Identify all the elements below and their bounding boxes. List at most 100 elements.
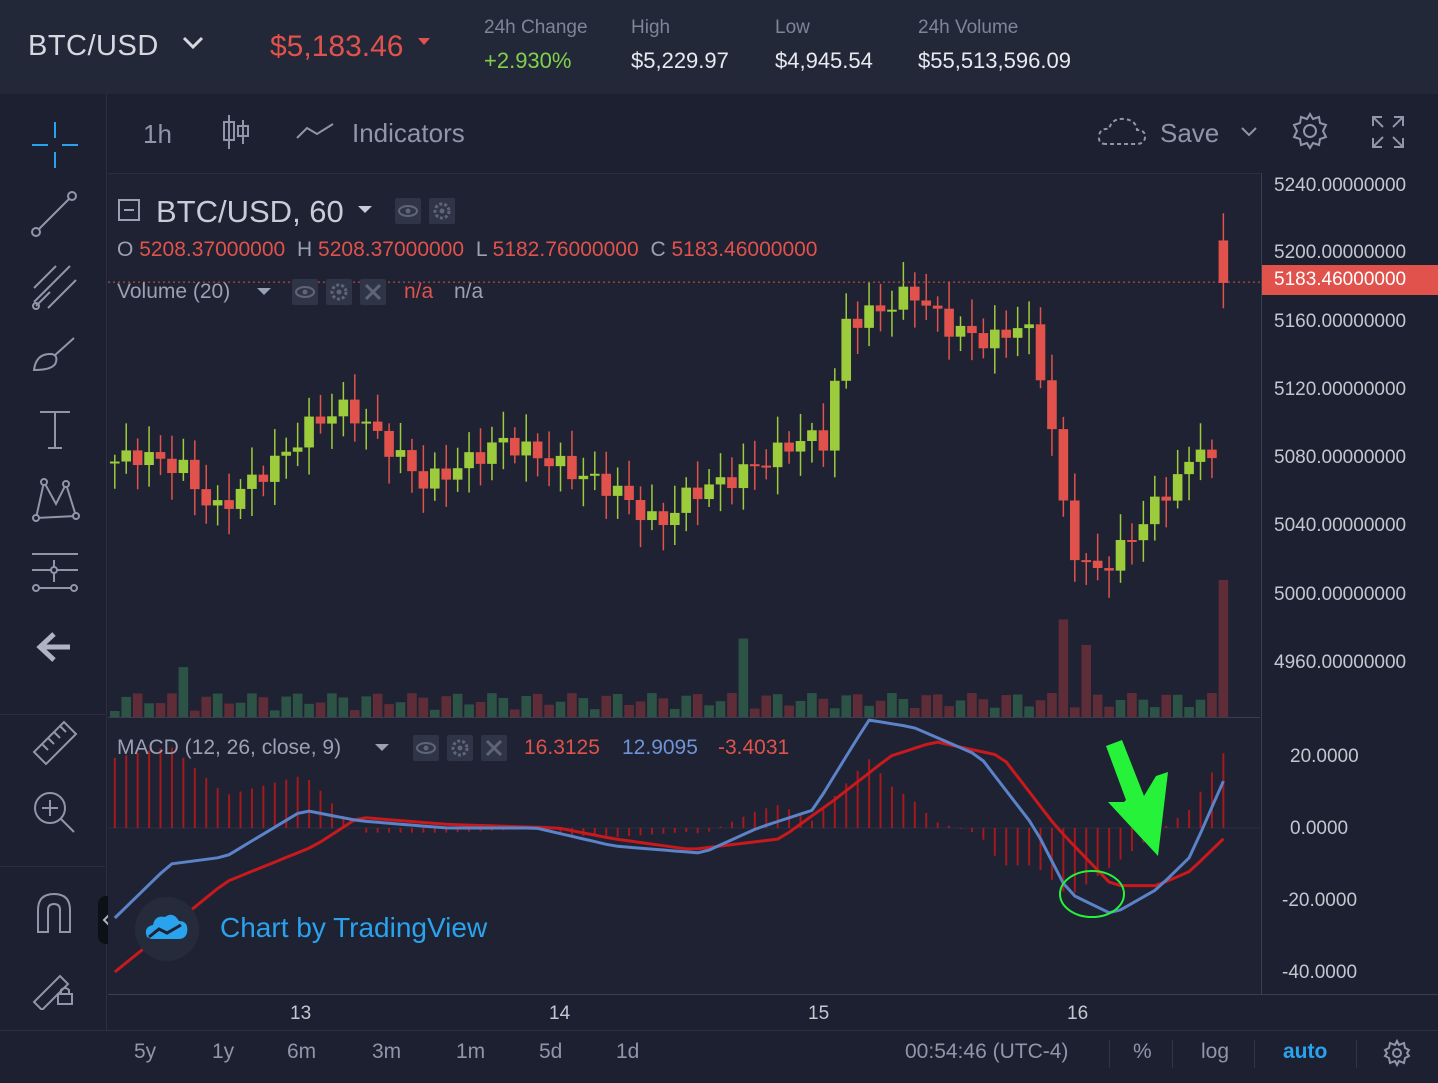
fullscreen-icon[interactable] — [1370, 114, 1406, 150]
symbol-legend[interactable]: BTC/USD, 60 — [156, 194, 344, 230]
volume-bar — [921, 695, 932, 717]
volume-bar — [1172, 694, 1183, 717]
volume-bar — [361, 696, 372, 717]
save-menu-chevron-icon[interactable] — [1240, 126, 1258, 138]
lock-drawings-icon[interactable] — [30, 960, 80, 1010]
price-down-icon — [418, 38, 430, 45]
brush-icon[interactable] — [30, 332, 80, 382]
volume-bar — [944, 706, 954, 717]
macd-legend[interactable]: MACD (12, 26, close, 9) — [117, 736, 341, 760]
volume-bar — [784, 705, 794, 717]
price-tick: 5040.00000000 — [1274, 515, 1407, 536]
candles-icon[interactable] — [220, 112, 250, 152]
candle — [1070, 500, 1080, 561]
zoom-in-icon[interactable] — [30, 788, 80, 838]
candle — [395, 450, 406, 457]
pair-selector[interactable]: BTC/USD — [28, 30, 159, 63]
volume-bar — [624, 704, 634, 717]
ruler-icon[interactable] — [30, 718, 80, 768]
candle — [590, 473, 600, 476]
volume-bar — [167, 693, 177, 717]
volume-bar — [144, 703, 154, 717]
last-price: $5,183.46 — [270, 30, 404, 63]
volume-bar — [544, 704, 554, 717]
visibility-eye-icon[interactable] — [292, 279, 318, 305]
range-6m[interactable]: 6m — [287, 1040, 316, 1064]
chevron-down-icon[interactable] — [182, 36, 204, 50]
volume-legend[interactable]: Volume (20) — [117, 280, 230, 304]
volume-bar — [121, 696, 132, 717]
range-5y[interactable]: 5y — [134, 1040, 156, 1064]
prediction-icon[interactable] — [30, 546, 80, 596]
settings-gear-icon[interactable] — [1382, 1038, 1412, 1068]
candle — [430, 468, 440, 489]
chevron-down-icon[interactable] — [256, 287, 272, 297]
settings-gear-icon[interactable] — [447, 735, 473, 761]
candle — [167, 458, 177, 474]
volume-bar — [772, 694, 783, 717]
volume-bar — [1218, 579, 1229, 717]
range-1m[interactable]: 1m — [456, 1040, 485, 1064]
range-3m[interactable]: 3m — [372, 1040, 401, 1064]
volume-bar — [555, 701, 566, 717]
candle — [555, 455, 566, 467]
volume-bar — [887, 693, 897, 717]
tradingview-logo[interactable] — [135, 897, 199, 961]
settings-gear-icon[interactable] — [429, 198, 455, 224]
text-icon[interactable] — [30, 404, 80, 454]
auto-toggle[interactable]: auto — [1283, 1040, 1327, 1064]
range-1y[interactable]: 1y — [212, 1040, 234, 1064]
candle — [1172, 474, 1183, 501]
volume-bar — [795, 700, 806, 717]
pitchfork-icon[interactable] — [30, 262, 80, 312]
volume-bar — [750, 708, 760, 717]
time-axis[interactable]: 13 14 15 16 — [108, 994, 1438, 1031]
interval-button[interactable]: 1h — [143, 119, 172, 150]
high-value: 5208.37000000 — [318, 238, 465, 261]
back-arrow-icon[interactable] — [30, 622, 80, 672]
remove-close-icon[interactable] — [360, 279, 386, 305]
candle — [601, 473, 612, 496]
candle — [681, 487, 692, 513]
visibility-eye-icon[interactable] — [413, 735, 439, 761]
pattern-icon[interactable] — [30, 474, 80, 524]
chevron-down-icon[interactable] — [374, 743, 390, 753]
price-tick: 5200.00000000 — [1274, 242, 1407, 263]
candle — [864, 305, 874, 328]
range-5d[interactable]: 5d — [539, 1040, 562, 1064]
log-toggle[interactable]: log — [1201, 1040, 1229, 1064]
candle — [350, 399, 360, 424]
volume-bar — [464, 704, 474, 717]
magnet-icon[interactable] — [30, 888, 80, 938]
candle — [487, 442, 497, 464]
tradingview-watermark[interactable]: Chart by TradingView — [220, 912, 487, 944]
stat-volume-value: $55,513,596.09 — [918, 48, 1071, 73]
volume-bar — [212, 693, 223, 717]
indicators-icon[interactable] — [295, 120, 335, 142]
indicators-button[interactable]: Indicators — [352, 118, 465, 149]
cloud-icon[interactable] — [1096, 114, 1148, 148]
collapse-legend-icon[interactable] — [117, 198, 143, 224]
chevron-down-icon[interactable] — [357, 205, 373, 215]
visibility-eye-icon[interactable] — [395, 198, 421, 224]
save-button[interactable]: Save — [1160, 118, 1219, 149]
low-value: 5182.76000000 — [492, 238, 639, 261]
volume-bar — [1092, 694, 1103, 717]
macd-signal-value: -3.4031 — [718, 736, 790, 759]
time-tick: 13 — [290, 1003, 312, 1024]
trend-line-icon[interactable] — [30, 190, 80, 240]
remove-close-icon[interactable] — [481, 735, 507, 761]
candle — [384, 430, 394, 457]
gear-icon[interactable] — [1290, 111, 1330, 151]
volume-bar — [1001, 695, 1012, 717]
clock-timezone[interactable]: 00:54:46 (UTC-4) — [905, 1040, 1068, 1064]
percent-toggle[interactable]: % — [1133, 1040, 1152, 1064]
candle — [715, 477, 726, 485]
crosshair-icon[interactable] — [30, 120, 80, 170]
range-1d[interactable]: 1d — [616, 1040, 639, 1064]
candle — [155, 452, 166, 459]
price-tick: 4960.00000000 — [1274, 652, 1407, 673]
volume-bar — [224, 703, 234, 717]
price-axis[interactable]: 5240.00000000 5200.00000000 5160.0000000… — [1261, 173, 1438, 994]
settings-gear-icon[interactable] — [326, 279, 352, 305]
